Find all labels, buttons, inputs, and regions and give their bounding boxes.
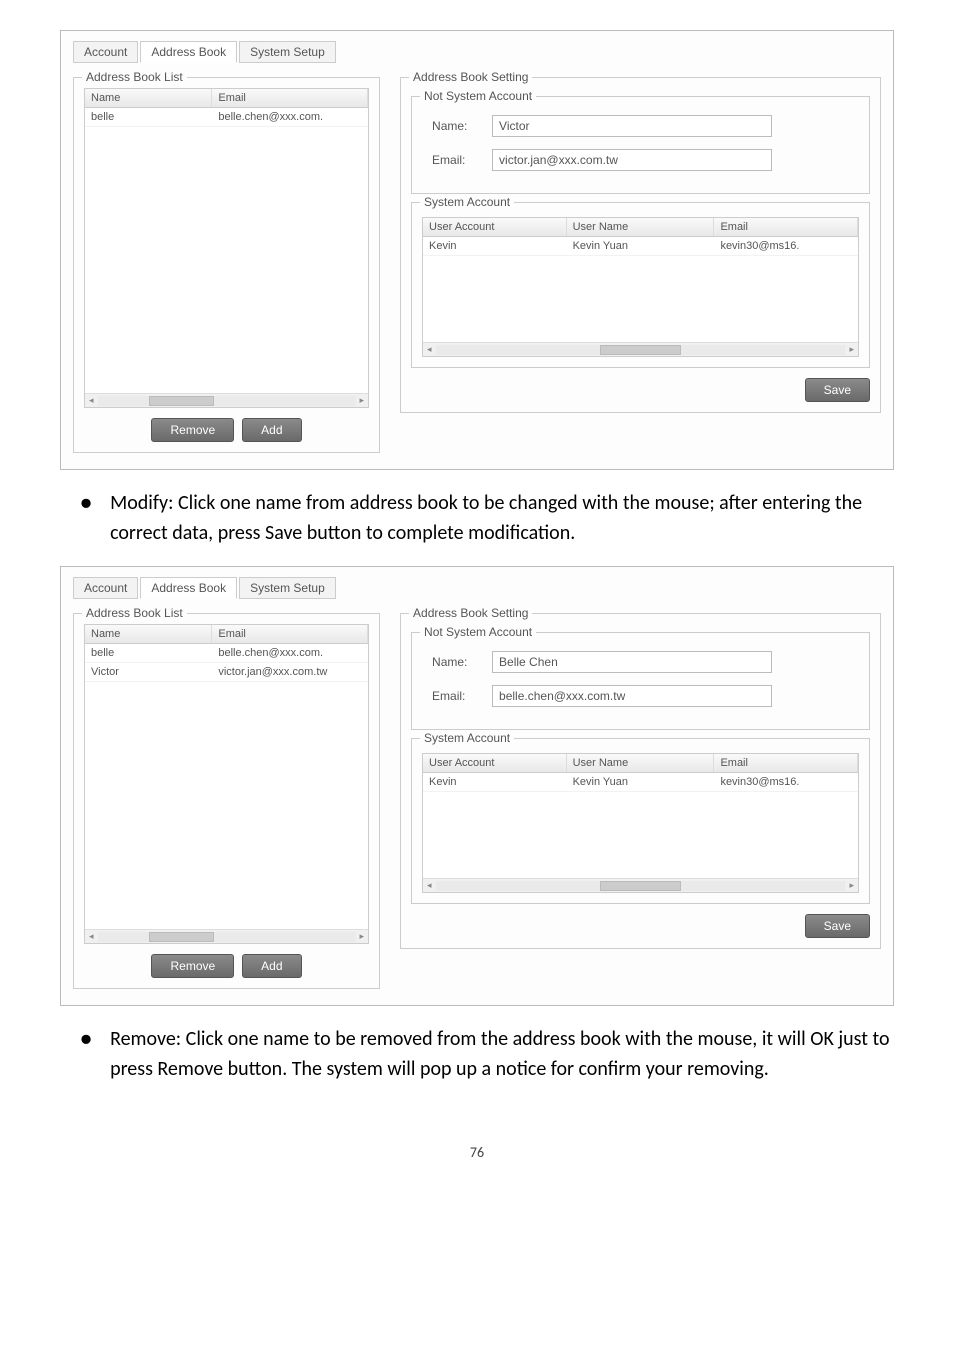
address-book-setting-legend: Address Book Setting [409, 70, 532, 84]
scroll-right-icon[interactable]: ▸ [845, 344, 858, 355]
name-label: Name: [432, 655, 482, 669]
cell-user-name: Kevin Yuan [567, 773, 715, 791]
tab-address-book[interactable]: Address Book [140, 577, 237, 599]
scroll-thumb[interactable] [149, 932, 213, 942]
cell-name: belle [85, 644, 212, 662]
cell-email: victor.jan@xxx.com.tw [212, 663, 368, 681]
remove-button[interactable]: Remove [151, 954, 234, 978]
scroll-thumb[interactable] [600, 345, 682, 355]
table-row[interactable]: Kevin Kevin Yuan kevin30@ms16. [423, 237, 858, 256]
col-user-name: User Name [567, 754, 715, 772]
tab-account[interactable]: Account [73, 577, 138, 599]
system-account-legend: System Account [420, 731, 514, 745]
col-sys-email: Email [714, 218, 858, 236]
page-number: 76 [60, 1144, 894, 1161]
email-input[interactable] [492, 685, 772, 707]
tab-system-setup[interactable]: System Setup [239, 41, 336, 63]
address-book-list: Address Book List Name Email belle belle… [73, 613, 380, 989]
cell-user-account: Kevin [423, 773, 567, 791]
scroll-thumb[interactable] [600, 881, 682, 891]
address-book-setting: Address Book Setting Not System Account … [400, 613, 881, 949]
col-email: Email [212, 89, 368, 107]
not-system-account: Not System Account Name: Email: [411, 96, 870, 194]
bullet-remove: ● Remove: Click one name to be removed f… [80, 1024, 894, 1084]
hscrollbar[interactable]: ◂ ▸ [85, 929, 368, 943]
bullet-modify-text: Modify: Click one name from address book… [110, 488, 894, 548]
hscrollbar[interactable]: ◂ ▸ [423, 878, 858, 892]
bullet-icon: ● [80, 1024, 92, 1084]
col-user-account: User Account [423, 218, 567, 236]
not-system-account-legend: Not System Account [420, 89, 536, 103]
scroll-left-icon[interactable]: ◂ [85, 931, 98, 942]
col-name: Name [85, 89, 212, 107]
system-account: System Account User Account User Name Em… [411, 738, 870, 904]
email-label: Email: [432, 689, 482, 703]
system-account-list[interactable]: User Account User Name Email Kevin Kevin… [422, 217, 859, 357]
bullet-modify: ● Modify: Click one name from address bo… [80, 488, 894, 548]
save-button[interactable]: Save [805, 378, 870, 402]
col-sys-email: Email [714, 754, 858, 772]
list-item[interactable]: Victor victor.jan@xxx.com.tw [85, 663, 368, 682]
sys-header: User Account User Name Email [423, 218, 858, 237]
cell-email: belle.chen@xxx.com. [212, 108, 368, 126]
screenshot-modify: Account Address Book System Setup Addres… [60, 566, 894, 1006]
cell-sys-email: kevin30@ms16. [714, 237, 858, 255]
cell-email: belle.chen@xxx.com. [212, 644, 368, 662]
cell-user-account: Kevin [423, 237, 567, 255]
scroll-thumb[interactable] [149, 396, 213, 406]
email-input[interactable] [492, 149, 772, 171]
tab-account[interactable]: Account [73, 41, 138, 63]
cell-user-name: Kevin Yuan [567, 237, 715, 255]
tab-bar: Account Address Book System Setup [73, 577, 881, 599]
add-button[interactable]: Add [242, 418, 301, 442]
scroll-left-icon[interactable]: ◂ [423, 880, 436, 891]
address-book-setting-legend: Address Book Setting [409, 606, 532, 620]
system-account-list[interactable]: User Account User Name Email Kevin Kevin… [422, 753, 859, 893]
table-row[interactable]: Kevin Kevin Yuan kevin30@ms16. [423, 773, 858, 792]
address-list[interactable]: Name Email belle belle.chen@xxx.com. ◂ [84, 88, 369, 408]
scroll-left-icon[interactable]: ◂ [85, 395, 98, 406]
bullet-icon: ● [80, 488, 92, 548]
scroll-right-icon[interactable]: ▸ [356, 931, 369, 942]
bullet-remove-text: Remove: Click one name to be removed fro… [110, 1024, 894, 1084]
address-book-list-legend: Address Book List [82, 70, 187, 84]
col-email: Email [212, 625, 368, 643]
address-book-list-legend: Address Book List [82, 606, 187, 620]
col-user-account: User Account [423, 754, 567, 772]
scroll-right-icon[interactable]: ▸ [356, 395, 369, 406]
tab-bar: Account Address Book System Setup [73, 41, 881, 63]
tab-system-setup[interactable]: System Setup [239, 577, 336, 599]
not-system-account: Not System Account Name: Email: [411, 632, 870, 730]
email-label: Email: [432, 153, 482, 167]
hscrollbar[interactable]: ◂ ▸ [423, 342, 858, 356]
system-account: System Account User Account User Name Em… [411, 202, 870, 368]
col-user-name: User Name [567, 218, 715, 236]
list-item[interactable]: belle belle.chen@xxx.com. [85, 108, 368, 127]
name-input[interactable] [492, 651, 772, 673]
name-label: Name: [432, 119, 482, 133]
remove-button[interactable]: Remove [151, 418, 234, 442]
col-name: Name [85, 625, 212, 643]
list-item[interactable]: belle belle.chen@xxx.com. [85, 644, 368, 663]
scroll-left-icon[interactable]: ◂ [423, 344, 436, 355]
list-header: Name Email [85, 625, 368, 644]
address-list[interactable]: Name Email belle belle.chen@xxx.com. Vic… [84, 624, 369, 944]
tab-address-book[interactable]: Address Book [140, 41, 237, 63]
cell-name: Victor [85, 663, 212, 681]
scroll-right-icon[interactable]: ▸ [845, 880, 858, 891]
save-button[interactable]: Save [805, 914, 870, 938]
screenshot-add: Account Address Book System Setup Addres… [60, 30, 894, 470]
address-book-list: Address Book List Name Email belle belle… [73, 77, 380, 453]
not-system-account-legend: Not System Account [420, 625, 536, 639]
cell-sys-email: kevin30@ms16. [714, 773, 858, 791]
list-header: Name Email [85, 89, 368, 108]
cell-name: belle [85, 108, 212, 126]
add-button[interactable]: Add [242, 954, 301, 978]
hscrollbar[interactable]: ◂ ▸ [85, 393, 368, 407]
name-input[interactable] [492, 115, 772, 137]
system-account-legend: System Account [420, 195, 514, 209]
address-book-setting: Address Book Setting Not System Account … [400, 77, 881, 413]
sys-header: User Account User Name Email [423, 754, 858, 773]
